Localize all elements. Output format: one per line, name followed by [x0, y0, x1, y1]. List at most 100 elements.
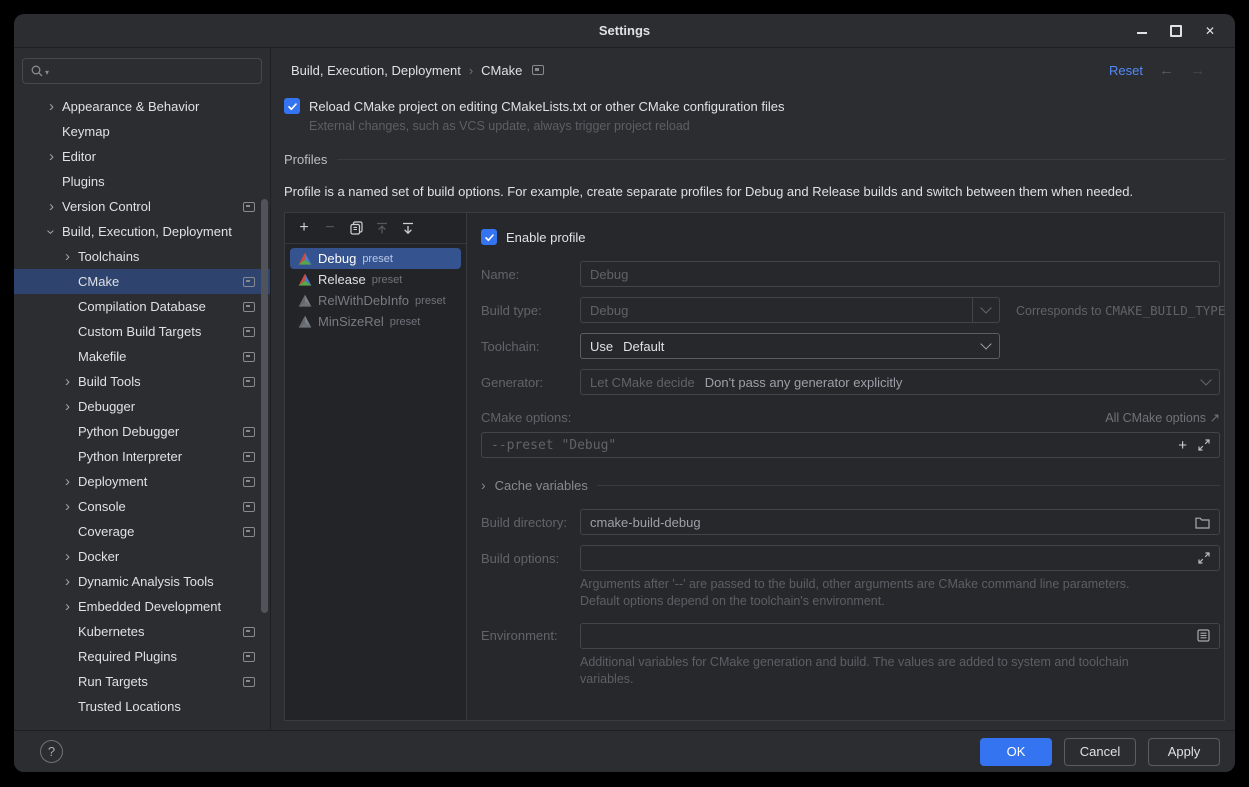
sidebar-item-build-tools[interactable]: ›Build Tools: [14, 369, 270, 394]
sidebar-item-console[interactable]: ›Console: [14, 494, 270, 519]
move-down-icon[interactable]: [395, 216, 421, 240]
sidebar-item-deployment[interactable]: ›Deployment: [14, 469, 270, 494]
titlebar[interactable]: Settings ✕: [14, 14, 1235, 48]
generator-value-secondary: Don't pass any generator explicitly: [705, 375, 903, 390]
sidebar-item-editor[interactable]: ›Editor: [14, 144, 270, 169]
sidebar-item-appearance-behavior[interactable]: ›Appearance & Behavior: [14, 94, 270, 119]
sidebar-scrollbar[interactable]: [261, 199, 268, 613]
expand-icon[interactable]: [1198, 439, 1210, 451]
chevron-right-icon[interactable]: ›: [57, 498, 78, 516]
sidebar-item-plugins[interactable]: Plugins: [14, 169, 270, 194]
build-directory-field[interactable]: cmake-build-debug: [580, 509, 1220, 535]
profile-item-release[interactable]: Releasepreset: [290, 269, 461, 290]
expand-icon[interactable]: [1198, 552, 1210, 564]
apply-button[interactable]: Apply: [1148, 738, 1220, 766]
enable-profile-checkbox[interactable]: [481, 229, 497, 245]
all-cmake-options-link[interactable]: All CMake options ↗: [1105, 410, 1220, 425]
sidebar-item-label: Kubernetes: [78, 624, 145, 639]
tree-indent: [57, 423, 78, 441]
settings-window-icon: [243, 527, 255, 537]
reload-cmake-checkbox[interactable]: [284, 98, 300, 114]
profiles-description: Profile is a named set of build options.…: [284, 184, 1225, 199]
minimize-button[interactable]: [1125, 14, 1159, 47]
chevron-down-icon[interactable]: ›: [43, 221, 61, 242]
close-button[interactable]: ✕: [1193, 14, 1227, 47]
sidebar-item-kubernetes[interactable]: Kubernetes: [14, 619, 270, 644]
settings-window-icon: [532, 65, 544, 75]
reset-link[interactable]: Reset: [1109, 63, 1143, 78]
chevron-right-icon[interactable]: ›: [57, 373, 78, 391]
sidebar-item-makefile[interactable]: Makefile: [14, 344, 270, 369]
generator-row: Generator: Let CMake decide Don't pass a…: [481, 369, 1220, 395]
sidebar-item-required-plugins[interactable]: Required Plugins: [14, 644, 270, 669]
sidebar-item-trusted-locations[interactable]: Trusted Locations: [14, 694, 270, 719]
chevron-right-icon[interactable]: ›: [57, 473, 78, 491]
profile-form: Enable profile Name: Debug Build type: D…: [467, 213, 1224, 720]
profile-item-relwithdebinfo[interactable]: RelWithDebInfopreset: [290, 290, 461, 311]
build-type-row: Build type: Debug Corresponds to CMAKE_B…: [481, 297, 1220, 323]
cmake-options-label: CMake options:: [481, 410, 580, 425]
chevron-right-icon[interactable]: ›: [57, 573, 78, 591]
build-type-select[interactable]: Debug: [580, 297, 1000, 323]
back-arrow-icon[interactable]: ←: [1159, 62, 1174, 79]
sidebar-item-compilation-database[interactable]: Compilation Database: [14, 294, 270, 319]
sidebar-item-keymap[interactable]: Keymap: [14, 119, 270, 144]
sidebar-item-embedded-development[interactable]: ›Embedded Development: [14, 594, 270, 619]
sidebar-item-version-control[interactable]: ›Version Control: [14, 194, 270, 219]
build-options-field[interactable]: [580, 545, 1220, 571]
cache-variables-section[interactable]: › Cache variables: [481, 477, 1220, 493]
search-input[interactable]: ▾: [22, 58, 262, 84]
checkmark-icon: [484, 232, 495, 243]
name-value: Debug: [590, 267, 628, 282]
sidebar-item-debugger[interactable]: ›Debugger: [14, 394, 270, 419]
sidebar-item-python-interpreter[interactable]: Python Interpreter: [14, 444, 270, 469]
chevron-right-icon[interactable]: ›: [57, 398, 78, 416]
chevron-right-icon[interactable]: ›: [41, 198, 62, 216]
help-button[interactable]: ?: [40, 740, 63, 763]
sidebar-item-dynamic-analysis-tools[interactable]: ›Dynamic Analysis Tools: [14, 569, 270, 594]
sidebar-item-label: Embedded Development: [78, 599, 221, 614]
variables-list-icon[interactable]: [1197, 629, 1210, 642]
duplicate-icon[interactable]: [343, 216, 369, 240]
toolchain-select[interactable]: Use Default: [580, 333, 1000, 359]
settings-tree: ›Appearance & BehaviorKeymap›EditorPlugi…: [14, 92, 270, 719]
name-field[interactable]: Debug: [580, 261, 1220, 287]
add-option-icon[interactable]: +: [1178, 438, 1187, 453]
chevron-right-icon[interactable]: ›: [41, 148, 62, 166]
chevron-right-icon[interactable]: ›: [57, 548, 78, 566]
sidebar-item-coverage[interactable]: Coverage: [14, 519, 270, 544]
ok-button[interactable]: OK: [980, 738, 1052, 766]
folder-icon[interactable]: [1195, 516, 1210, 529]
profiles-section-title: Profiles: [284, 152, 327, 167]
environment-hint-line2: variables.: [580, 671, 1220, 688]
profile-item-debug[interactable]: Debugpreset: [290, 248, 461, 269]
sidebar-item-build-execution-deployment[interactable]: ›Build, Execution, Deployment: [14, 219, 270, 244]
cancel-button[interactable]: Cancel: [1064, 738, 1136, 766]
settings-sidebar: ▾ ›Appearance & BehaviorKeymap›EditorPlu…: [14, 48, 271, 730]
sidebar-item-run-targets[interactable]: Run Targets: [14, 669, 270, 694]
environment-field[interactable]: [580, 623, 1220, 649]
chevron-right-icon[interactable]: ›: [41, 98, 62, 116]
environment-hint-line1: Additional variables for CMake generatio…: [580, 654, 1220, 671]
add-icon[interactable]: +: [291, 216, 317, 240]
all-cmake-options-text: All CMake options: [1105, 411, 1206, 425]
sidebar-item-label: Build Tools: [78, 374, 141, 389]
build-directory-value: cmake-build-debug: [590, 515, 701, 530]
search-options-caret-icon[interactable]: ▾: [45, 68, 49, 77]
profile-list-pane: +− DebugpresetReleasepresetRelWithDebInf…: [285, 213, 467, 720]
cmake-options-field[interactable]: --preset "Debug" +: [481, 432, 1220, 458]
sidebar-item-custom-build-targets[interactable]: Custom Build Targets: [14, 319, 270, 344]
maximize-button[interactable]: [1159, 14, 1193, 47]
sidebar-item-toolchains[interactable]: ›Toolchains: [14, 244, 270, 269]
sidebar-item-docker[interactable]: ›Docker: [14, 544, 270, 569]
chevron-right-icon[interactable]: ›: [57, 598, 78, 616]
chevron-right-icon[interactable]: ›: [57, 248, 78, 266]
breadcrumb-parent[interactable]: Build, Execution, Deployment: [291, 63, 461, 78]
forward-arrow-icon[interactable]: →: [1190, 62, 1205, 79]
profile-item-minsizerel[interactable]: MinSizeRelpreset: [290, 311, 461, 332]
sidebar-item-python-debugger[interactable]: Python Debugger: [14, 419, 270, 444]
name-row: Name: Debug: [481, 261, 1220, 287]
profile-preset-badge: preset: [415, 295, 446, 307]
sidebar-item-cmake[interactable]: CMake: [14, 269, 270, 294]
generator-select[interactable]: Let CMake decide Don't pass any generato…: [580, 369, 1220, 395]
